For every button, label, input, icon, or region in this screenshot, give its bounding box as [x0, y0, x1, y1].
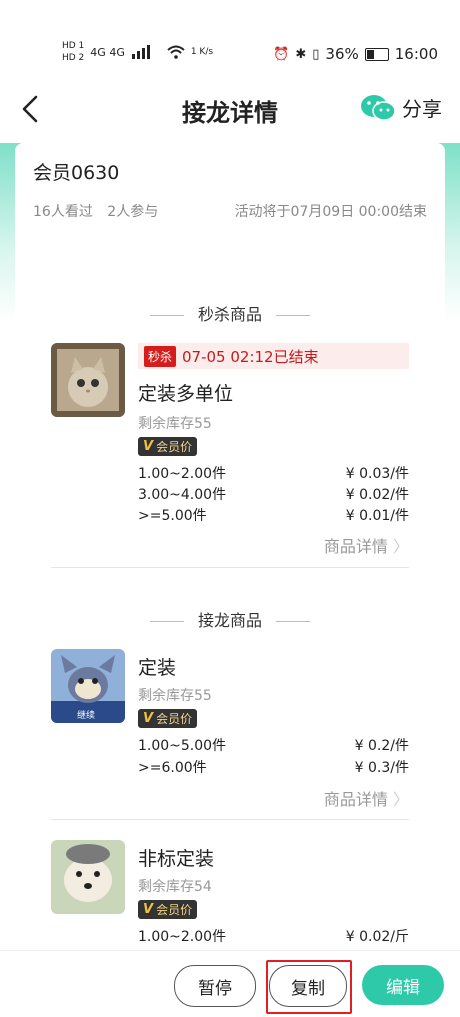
- bluetooth-icon: ✱: [295, 46, 307, 62]
- vip-v-icon: V: [143, 711, 154, 726]
- chevron-right-icon: 〉: [392, 537, 409, 556]
- price-tier: 1.00~2.00件 ¥ 0.02/斤: [138, 926, 409, 946]
- tier-qty: 1.00~2.00件: [138, 466, 227, 482]
- member-name: 会员0630: [33, 162, 120, 184]
- member-price-badge: V 会员价: [138, 900, 198, 919]
- status-right: ⏰ ✱ ▯ 36% 16:00: [273, 45, 438, 63]
- product-detail-label: 商品详情: [323, 790, 388, 809]
- product-stock: 剩余库存55: [138, 416, 212, 432]
- battery-icon: [364, 47, 389, 61]
- share-label: 分享: [402, 97, 442, 121]
- price-tier: >=5.00件 ¥ 0.01/件: [138, 505, 409, 525]
- network-label: 4G 4G: [90, 45, 125, 59]
- view-count: 16人看过: [33, 204, 93, 220]
- thumb-caption: 继续: [77, 711, 96, 721]
- divider-line: [149, 315, 184, 316]
- price-tier: 3.00~4.00件 ¥ 0.02/件: [138, 484, 409, 504]
- product-thumbnail-dog[interactable]: [51, 840, 125, 914]
- flash-sale-tag: 秒杀: [144, 345, 177, 367]
- status-bar: HD 1 HD 2 4G 4G 1 K/s ⏰ ✱ ▯ 36% 16:00: [0, 0, 460, 75]
- clock: 16:00: [394, 45, 438, 63]
- tier-price: ¥ 0.2/件: [354, 738, 409, 754]
- edit-button[interactable]: 编辑: [362, 965, 444, 1005]
- vip-v-icon: V: [143, 439, 154, 454]
- alarm-icon: ⏰: [273, 46, 290, 62]
- participant-count: 2人参与: [107, 204, 159, 220]
- end-time: 活动将于07月09日 00:00结束: [234, 204, 427, 220]
- signal-icon: [131, 45, 150, 59]
- price-tier: 1.00~5.00件 ¥ 0.2/件: [138, 735, 409, 755]
- nav-bar: 接龙详情 分享: [0, 75, 460, 143]
- tier-price: ¥ 0.03/件: [345, 466, 409, 482]
- product-thumbnail-cat[interactable]: [51, 343, 125, 417]
- product-detail-link[interactable]: 商品详情 〉: [324, 786, 409, 810]
- relay-product[interactable]: 非标定装 剩余库存54 V 会员价 1.00~2.00件 ¥ 0.02/斤: [51, 840, 409, 960]
- product-stock: 剩余库存55: [138, 688, 212, 704]
- divider-line: [276, 621, 310, 622]
- divider-line: [149, 621, 184, 622]
- member-price-label: 会员价: [156, 712, 193, 726]
- network-speed: 1 K/s: [190, 47, 214, 57]
- price-tier: 1.00~2.00件 ¥ 0.03/件: [138, 463, 409, 483]
- share-button[interactable]: 分享: [360, 93, 442, 122]
- divider: [51, 819, 409, 820]
- product-stock: 剩余库存54: [138, 879, 212, 895]
- flash-section-label: 秒杀商品: [197, 305, 262, 324]
- product-name: 定装: [138, 657, 177, 679]
- member-price-label: 会员价: [156, 903, 193, 917]
- product-name: 定装多单位: [138, 383, 234, 405]
- pause-button[interactable]: 暂停: [174, 965, 256, 1007]
- bottom-action-bar: 暂停 复制 编辑: [0, 950, 460, 1017]
- member-price-badge: V 会员价: [138, 709, 198, 728]
- tier-price: ¥ 0.02/件: [345, 487, 409, 503]
- relay-section-label: 接龙商品: [197, 611, 262, 630]
- product-name: 非标定装: [138, 848, 215, 870]
- wifi-icon: [167, 45, 185, 59]
- price-tier: >=6.00件 ¥ 0.3/件: [138, 757, 409, 777]
- member-price-label: 会员价: [156, 440, 193, 454]
- tier-qty: >=6.00件: [138, 760, 207, 776]
- tier-qty: 3.00~4.00件: [138, 487, 227, 503]
- member-price-badge: V 会员价: [138, 437, 198, 456]
- divider: [51, 567, 409, 568]
- hd2-label: HD 2: [62, 53, 85, 63]
- chevron-right-icon: 〉: [392, 790, 409, 809]
- flash-section-title: 秒杀商品: [15, 301, 445, 325]
- battery-percent: 36%: [325, 45, 359, 63]
- wechat-icon: [361, 94, 396, 121]
- flash-product[interactable]: 秒杀 07-05 02:12已结束 定装多单位 剩余库存55 V 会员价 1.00…: [51, 343, 409, 558]
- product-thumbnail-tom[interactable]: 继续: [51, 649, 125, 723]
- detail-card: 会员0630 16人看过 2人参与 活动将于07月09日 00:00结束 秒杀商…: [15, 143, 445, 963]
- copy-button-highlight: [266, 960, 352, 1014]
- flash-sale-status: 07-05 02:12已结束: [182, 347, 319, 366]
- tier-qty: 1.00~5.00件: [138, 738, 227, 754]
- tier-price: ¥ 0.02/斤: [345, 929, 409, 945]
- product-detail-link[interactable]: 商品详情 〉: [324, 533, 409, 557]
- hd-indicators: HD 1 HD 2: [62, 40, 84, 64]
- tier-qty: >=5.00件: [138, 508, 207, 524]
- tier-price: ¥ 0.3/件: [354, 760, 409, 776]
- status-left: HD 1 HD 2 4G 4G 1 K/s: [62, 40, 213, 64]
- product-detail-label: 商品详情: [323, 537, 388, 556]
- activity-stats: 16人看过 2人参与: [33, 201, 168, 221]
- divider-line: [276, 315, 310, 316]
- relay-product[interactable]: 继续 定装 剩余库存55 V 会员价 1.00~5.00件 ¥ 0.2/件 >=6…: [51, 649, 409, 819]
- vibrate-icon: ▯: [312, 46, 320, 62]
- hd1-label: HD 1: [62, 41, 85, 51]
- tier-qty: 1.00~2.00件: [138, 929, 227, 945]
- tier-price: ¥ 0.01/件: [345, 508, 409, 524]
- vip-v-icon: V: [143, 902, 154, 917]
- flash-sale-banner: 秒杀 07-05 02:12已结束: [138, 343, 409, 369]
- relay-section-title: 接龙商品: [15, 607, 445, 631]
